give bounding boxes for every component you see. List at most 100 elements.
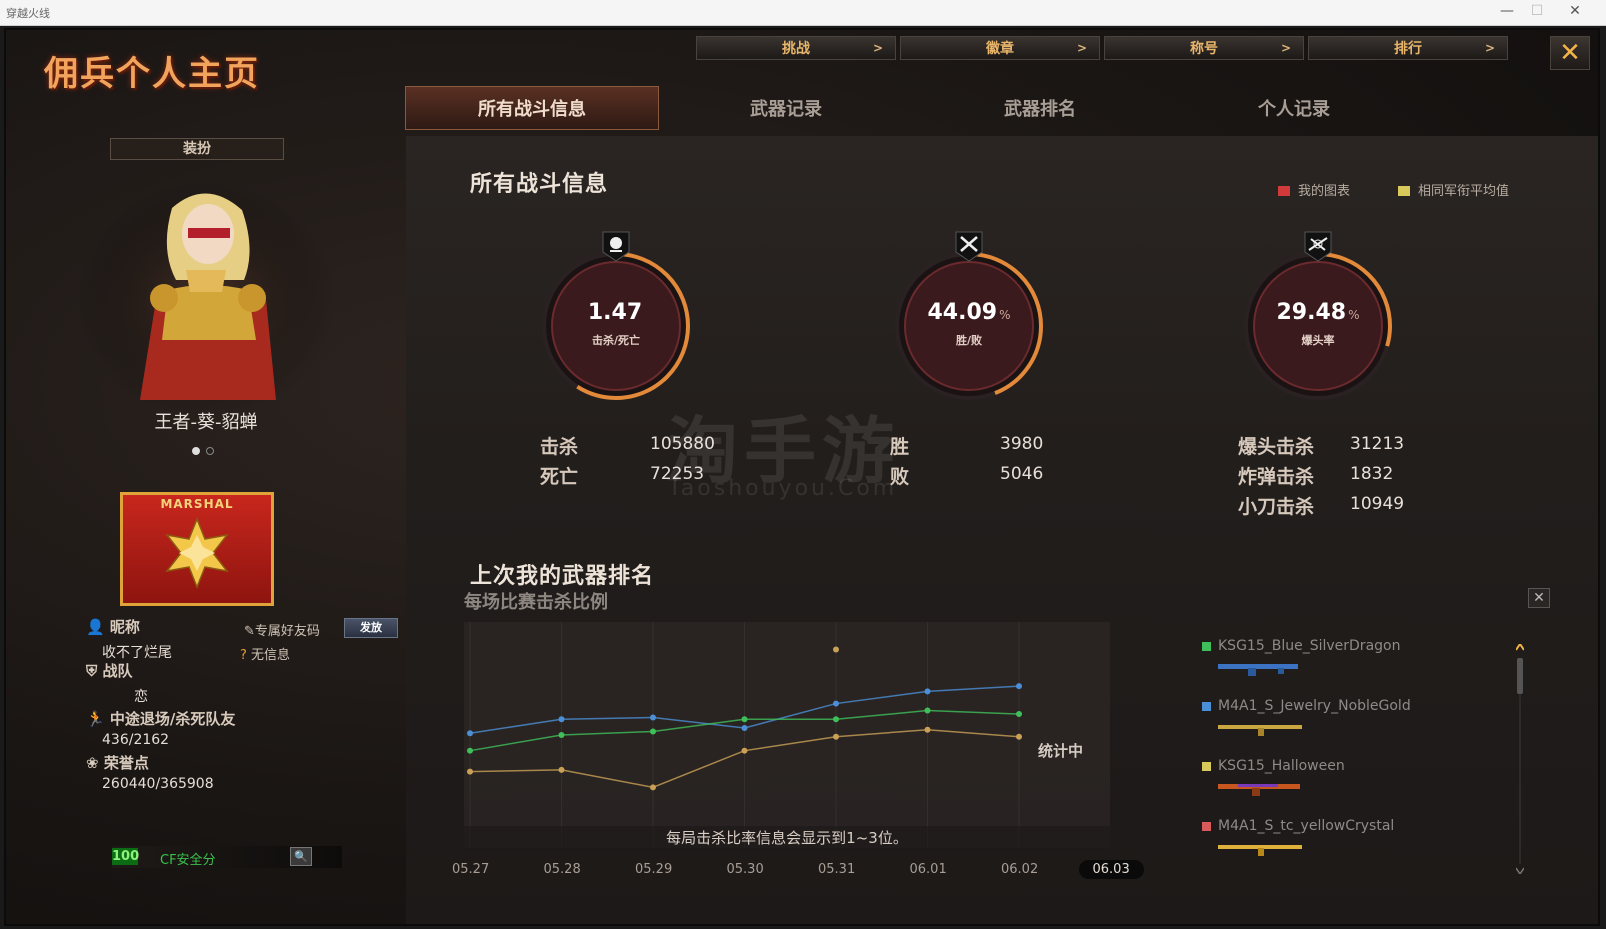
weapon-color-dot: [1202, 642, 1211, 651]
weapon-item[interactable]: M4A1_S_Jewelry_NobleGold: [1202, 698, 1502, 758]
crossed-swords-icon: [955, 231, 983, 262]
minimize-button[interactable]: —: [1492, 3, 1522, 19]
battle-info-panel: 所有战斗信息 我的图表 相同军衔平均值 淘手游 Taoshouyou.Com 1…: [406, 136, 1598, 924]
close-button[interactable]: ✕: [1550, 36, 1590, 70]
gauge-value: 29.48%: [1238, 300, 1398, 325]
weapon-rank-title: 上次我的武器排名: [470, 564, 655, 589]
deaths-value: 72253: [650, 464, 705, 484]
legend-label: 我的图表: [1298, 184, 1351, 199]
data-point: [924, 707, 931, 714]
line-chart: [467, 622, 1111, 848]
quit-value: 436/2162: [102, 732, 170, 748]
x-tick-label[interactable]: 06.01: [910, 862, 947, 877]
headshot-kills-value: 31213: [1350, 434, 1405, 454]
losses-value: 5046: [1000, 464, 1044, 484]
deaths-label: 死亡: [540, 466, 579, 488]
x-tick-label[interactable]: 05.27: [452, 862, 489, 877]
nickname-label-text: 昵称: [109, 618, 140, 636]
topnav-challenge[interactable]: 挑战 >: [696, 36, 896, 60]
carousel-dot[interactable]: [192, 447, 200, 455]
dress-button[interactable]: 装扮: [110, 138, 284, 160]
close-icon[interactable]: ✕: [1528, 588, 1550, 608]
x-tick-label[interactable]: 05.29: [635, 862, 672, 877]
gauge-label: 击杀/死亡: [591, 334, 641, 347]
team-label: ⛨ 战队: [86, 660, 133, 681]
carousel-dots: [192, 440, 220, 459]
tab-weapon-records[interactable]: 武器记录: [659, 86, 913, 130]
security-score-bar: 100 CF安全分 🔍: [112, 846, 342, 868]
wins-label: 胜: [890, 436, 910, 458]
honor-value: 260440/365908: [102, 776, 214, 792]
x-tick-label[interactable]: 05.30: [727, 862, 764, 877]
honor-label-text: 荣誉点: [103, 754, 149, 772]
shotgun-icon: [1218, 664, 1298, 676]
chart-subtitle: 每场比赛击杀比例: [464, 592, 608, 613]
chevron-right-icon: >: [1280, 41, 1291, 55]
shield-icon: ⛨: [86, 662, 98, 680]
wins-value: 3980: [1000, 434, 1044, 454]
friend-code-value: ? 无信息: [240, 644, 290, 663]
data-point: [741, 747, 748, 754]
nickname-label: 👤 昵称: [86, 616, 140, 637]
team-value: 恋: [134, 689, 148, 705]
x-tick-label[interactable]: 06.03: [1078, 860, 1144, 879]
security-score: 100: [112, 848, 140, 865]
weapon-name: KSG15_Halloween: [1218, 758, 1345, 774]
data-point: [558, 766, 565, 773]
topnav-label: 称号: [1190, 41, 1218, 57]
data-point: [467, 730, 473, 737]
legend-swatch: [1278, 186, 1290, 196]
gauge-inner: [1253, 261, 1383, 391]
gauge-unit: %: [999, 308, 1011, 322]
data-point: [924, 688, 931, 695]
data-point: [833, 646, 839, 653]
character-portrait[interactable]: [76, 170, 336, 420]
chevron-right-icon: >: [872, 41, 883, 55]
gauge-label: 胜/败: [955, 334, 983, 347]
gauge-inner: [904, 261, 1034, 391]
nickname-value: 收不了烂尾: [102, 645, 172, 661]
data-point: [650, 714, 656, 721]
x-tick-label[interactable]: 05.31: [818, 862, 855, 877]
topnav-title[interactable]: 称号 >: [1104, 36, 1304, 60]
weapon-item[interactable]: KSG15_Blue_SilverDragon: [1202, 638, 1502, 698]
x-tick-label[interactable]: 05.28: [544, 862, 581, 877]
star-icon: [165, 516, 229, 590]
gauge-number: 1.47: [587, 300, 643, 325]
tab-all-battle-info[interactable]: 所有战斗信息: [405, 86, 659, 130]
weapon-list-scrollbar[interactable]: [1516, 644, 1524, 874]
shotgun-icon: [1218, 784, 1300, 796]
window-title: 穿越火线: [6, 7, 50, 20]
page-logo: 佣兵个人主页: [44, 54, 260, 94]
window-close-button[interactable]: ✕: [1560, 3, 1590, 19]
x-tick-label[interactable]: 06.02: [1001, 862, 1038, 877]
search-icon[interactable]: 🔍: [290, 847, 312, 866]
send-friend-code-button[interactable]: 发放: [344, 618, 398, 638]
tab-personal-records[interactable]: 个人记录: [1167, 86, 1421, 130]
rifle-icon: [1218, 845, 1302, 856]
kd-gauge: 1.47 击杀/死亡: [536, 231, 696, 406]
weapon-item[interactable]: KSG15_Halloween: [1202, 758, 1502, 818]
gauge-unit: %: [1348, 308, 1360, 322]
weapon-item[interactable]: M4A1_S_tc_yellowCrystal: [1202, 818, 1502, 878]
security-label: CF安全分: [160, 853, 216, 868]
gauge-ring: [895, 252, 1043, 400]
data-point: [741, 725, 748, 731]
rifle-icon: [1218, 725, 1302, 736]
data-point: [833, 733, 839, 740]
legend-swatch: [1398, 186, 1410, 196]
carousel-dot[interactable]: [206, 447, 214, 455]
window-titlebar: 穿越火线 — ☐ ✕: [0, 0, 1606, 26]
topnav-label: 排行: [1394, 41, 1422, 57]
chevron-right-icon: >: [1484, 41, 1495, 55]
character-image: [76, 180, 336, 420]
user-icon: 👤: [86, 618, 105, 636]
tab-weapon-ranking[interactable]: 武器排名: [913, 86, 1167, 130]
topnav-badge[interactable]: 徽章 >: [900, 36, 1100, 60]
data-point: [558, 716, 565, 723]
losses-label: 败: [890, 466, 910, 488]
maximize-button[interactable]: ☐: [1522, 3, 1552, 19]
win-rate-gauge: 44.09% 胜/败: [889, 231, 1049, 406]
section-title: 所有战斗信息: [470, 172, 609, 197]
topnav-ranking[interactable]: 排行 >: [1308, 36, 1508, 60]
